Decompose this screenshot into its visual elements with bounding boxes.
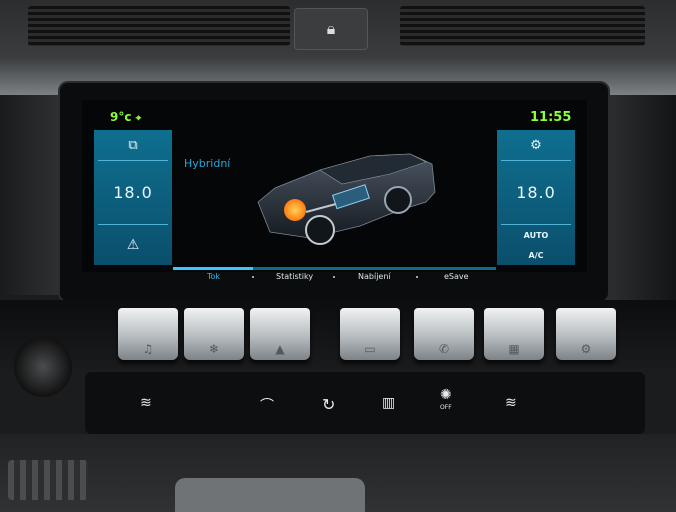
outside-temperature: 9°c ⌖	[110, 110, 141, 124]
front-defrost-button[interactable]: ⌒	[260, 395, 274, 415]
seat-heater-right-icon: ≋	[505, 395, 517, 411]
recirculation-icon: ⧉	[128, 137, 138, 153]
hybrid-car-illustration	[257, 153, 436, 245]
right-seat-heater-button[interactable]: ≋	[505, 395, 517, 411]
tab-separator	[252, 276, 254, 278]
car-icon: ▭	[364, 342, 376, 356]
apps-icon: ▦	[508, 342, 520, 356]
front-wheel	[305, 215, 335, 245]
fan-off-label: OFF	[440, 404, 452, 411]
driver-temperature-control[interactable]: 18.0	[94, 161, 172, 224]
left-trim	[0, 95, 60, 295]
navigation-icon: ▲	[275, 342, 285, 356]
fan-settings-icon: ⚙	[530, 137, 542, 153]
tab-tok[interactable]: Tok	[207, 272, 220, 281]
infotainment-screen: 9°c ⌖ 11:55 ⧉ 18.0 ⚠︎ ⚙ 18.0 AUTO A/C Hy…	[82, 100, 587, 272]
tab-active-indicator	[173, 267, 253, 270]
seat-airflow-button[interactable]: ⚠︎	[94, 225, 172, 265]
phone-icon: ✆	[438, 342, 450, 356]
recirculate-button[interactable]: ↻	[322, 395, 335, 414]
left-air-vent	[28, 6, 290, 46]
fan-settings-button[interactable]: ⚙	[497, 130, 575, 160]
passenger-temperature-control[interactable]: 18.0	[497, 161, 575, 224]
apps-key[interactable]: ▦	[484, 308, 544, 360]
tab-nabijeni[interactable]: Nabíjení	[358, 272, 391, 281]
location-pin-icon: ⌖	[135, 113, 142, 124]
ac-fan-icon: ❄	[208, 342, 220, 356]
floor-trim	[8, 460, 88, 500]
passenger-temperature: 18.0	[516, 183, 556, 202]
tab-separator	[416, 276, 418, 278]
lock-icon: 🔒︎	[326, 19, 336, 38]
passenger-climate-panel: ⚙ 18.0 AUTO A/C	[497, 130, 575, 265]
hybrid-mode-label: Hybridní	[184, 157, 231, 170]
lock-button[interactable]: 🔒︎	[294, 8, 368, 50]
climate-key[interactable]: ❄	[184, 308, 244, 360]
driver-climate-panel: ⧉ 18.0 ⚠︎	[94, 130, 172, 265]
seat-heater-left-icon: ≋	[140, 395, 152, 411]
right-air-vent	[400, 6, 645, 46]
fan-off-button[interactable]: ✺ OFF	[440, 387, 452, 413]
rear-wheel	[384, 186, 412, 214]
volume-knob[interactable]	[14, 337, 72, 397]
climate-control-strip	[85, 372, 645, 434]
clock: 11:55	[530, 110, 572, 125]
vehicle-key[interactable]: ▭	[340, 308, 400, 360]
center-console-storage	[175, 478, 365, 512]
right-trim	[605, 95, 676, 325]
recirculate-icon: ↻	[322, 395, 336, 414]
rear-defrost-icon: ▥	[382, 395, 396, 411]
ac-button[interactable]: A/C	[497, 245, 575, 265]
left-seat-heater-button[interactable]: ≋	[140, 395, 152, 411]
tab-statistiky[interactable]: Statistiky	[276, 272, 313, 281]
auto-button[interactable]: AUTO	[497, 225, 575, 245]
engine-icon	[284, 199, 306, 221]
dashboard-top: 🔒︎	[0, 0, 676, 95]
outside-temp-value: 9°c	[110, 110, 132, 124]
front-defrost-icon: ⌒	[260, 398, 274, 414]
seat-airflow-icon: ⚠︎	[126, 237, 140, 253]
recirculation-button[interactable]: ⧉	[94, 130, 172, 160]
rear-defrost-button[interactable]: ▥	[382, 395, 395, 411]
ac-label: A/C	[528, 250, 544, 260]
driver-temperature: 18.0	[113, 183, 153, 202]
phone-key[interactable]: ✆	[414, 308, 474, 360]
settings-icon: ⚙	[580, 342, 592, 356]
settings-key[interactable]: ⚙	[556, 308, 616, 360]
auto-label: AUTO	[523, 230, 549, 240]
tab-esave[interactable]: eSave	[444, 272, 469, 281]
fan-off-icon: ✺	[440, 387, 452, 403]
navigation-key[interactable]: ▲	[250, 308, 310, 360]
tab-bar: Tok Statistiky Nabíjení eSave	[82, 272, 587, 286]
tab-separator	[333, 276, 335, 278]
media-key[interactable]: ♫	[118, 308, 178, 360]
music-icon: ♫	[142, 342, 154, 356]
